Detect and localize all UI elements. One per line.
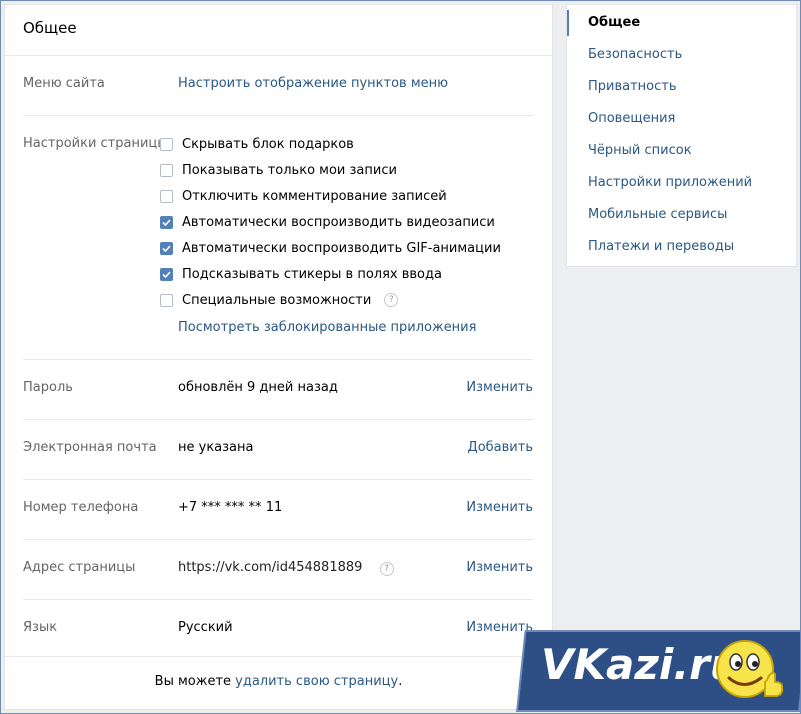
delete-page-link[interactable]: удалить свою страницу <box>235 674 398 689</box>
menu-site-row: Меню сайта Настроить отображение пунктов… <box>23 76 533 94</box>
checkbox[interactable] <box>160 189 173 203</box>
option-label: Специальные возможности <box>182 292 372 308</box>
divider <box>23 419 533 420</box>
sidebar-item-notifications[interactable]: Оповещения <box>567 106 796 138</box>
smiley-thumbs-up-icon <box>716 640 784 698</box>
divider <box>23 115 533 116</box>
sidebar-item-blacklist[interactable]: Чёрный список <box>567 138 796 170</box>
check-icon <box>162 244 171 252</box>
address-row: Адрес страницы https://vk.com/id45488188… <box>23 560 533 578</box>
language-value: Русский <box>178 620 233 635</box>
check-icon <box>162 270 171 278</box>
phone-value: +7 *** *** ** 11 <box>178 500 283 515</box>
settings-sidebar: Общее Безопасность Приватность Оповещени… <box>566 4 797 267</box>
option-disable-comments[interactable]: Отключить комментирование записей <box>160 187 447 205</box>
menu-site-label: Меню сайта <box>23 76 105 91</box>
option-label: Автоматически воспроизводить видеозаписи <box>182 214 495 230</box>
checkbox[interactable] <box>160 241 173 255</box>
question-icon[interactable]: ? <box>384 293 399 307</box>
checkbox[interactable] <box>160 137 173 151</box>
address-value-wrap: https://vk.com/id454881889 ? <box>178 560 394 576</box>
page-settings-label: Настройки страницы <box>23 136 168 151</box>
email-row: Электронная почта не указана Добавить <box>23 440 533 458</box>
sidebar-item-general[interactable]: Общее <box>567 10 796 42</box>
configure-menu-link[interactable]: Настроить отображение пунктов меню <box>178 76 448 91</box>
password-row: Пароль обновлён 9 дней назад Изменить <box>23 380 533 398</box>
settings-main-panel: Общее Меню сайта Настроить отображение п… <box>4 4 553 710</box>
blocked-apps-row: Посмотреть заблокированные приложения <box>23 320 533 338</box>
divider <box>23 599 533 600</box>
divider <box>23 539 533 540</box>
address-value: https://vk.com/id454881889 <box>178 560 363 575</box>
option-suggest-stickers[interactable]: Подсказывать стикеры в полях ввода <box>160 265 442 283</box>
email-value: не указана <box>178 440 254 455</box>
checkbox[interactable] <box>160 293 173 307</box>
sidebar-item-mobile-services[interactable]: Мобильные сервисы <box>567 202 796 234</box>
sidebar-item-security[interactable]: Безопасность <box>567 42 796 74</box>
option-label: Отключить комментирование записей <box>182 188 447 204</box>
watermark-text: VKazi.ru <box>540 640 740 689</box>
phone-row: Номер телефона +7 *** *** ** 11 Изменить <box>23 500 533 518</box>
check-icon <box>162 218 171 226</box>
option-label: Автоматически воспроизводить GIF-анимаци… <box>182 240 501 256</box>
blocked-apps-link[interactable]: Посмотреть заблокированные приложения <box>178 320 476 335</box>
option-autoplay-gif[interactable]: Автоматически воспроизводить GIF-анимаци… <box>160 239 501 257</box>
footer: Вы можете удалить свою страницу. <box>5 656 552 709</box>
change-language-link[interactable]: Изменить <box>466 620 533 635</box>
sidebar-item-app-settings[interactable]: Настройки приложений <box>567 170 796 202</box>
question-icon[interactable]: ? <box>379 562 394 576</box>
change-password-link[interactable]: Изменить <box>466 380 533 395</box>
password-label: Пароль <box>23 380 73 395</box>
password-value: обновлён 9 дней назад <box>178 380 338 395</box>
option-accessibility[interactable]: Специальные возможности ? <box>160 291 399 309</box>
checkbox[interactable] <box>160 267 173 281</box>
sidebar-item-payments[interactable]: Платежи и переводы <box>567 234 796 266</box>
page-title: Общее <box>5 5 552 56</box>
language-label: Язык <box>23 620 58 635</box>
option-label: Скрывать блок подарков <box>182 136 354 152</box>
option-label: Подсказывать стикеры в полях ввода <box>182 266 442 282</box>
change-phone-link[interactable]: Изменить <box>466 500 533 515</box>
sidebar-item-privacy[interactable]: Приватность <box>567 74 796 106</box>
checkbox[interactable] <box>160 215 173 229</box>
language-row: Язык Русский Изменить <box>23 620 533 638</box>
option-hide-gifts[interactable]: Скрывать блок подарков <box>160 135 354 153</box>
option-autoplay-video[interactable]: Автоматически воспроизводить видеозаписи <box>160 213 495 231</box>
checkbox[interactable] <box>160 163 173 177</box>
change-address-link[interactable]: Изменить <box>466 560 533 575</box>
phone-label: Номер телефона <box>23 500 139 515</box>
option-only-my-posts[interactable]: Показывать только мои записи <box>160 161 397 179</box>
footer-prefix: Вы можете <box>154 674 236 689</box>
divider <box>23 359 533 360</box>
email-label: Электронная почта <box>23 440 157 455</box>
footer-suffix: . <box>398 674 403 689</box>
add-email-link[interactable]: Добавить <box>468 440 533 455</box>
divider <box>23 479 533 480</box>
option-label: Показывать только мои записи <box>182 162 397 178</box>
address-label: Адрес страницы <box>23 560 136 575</box>
